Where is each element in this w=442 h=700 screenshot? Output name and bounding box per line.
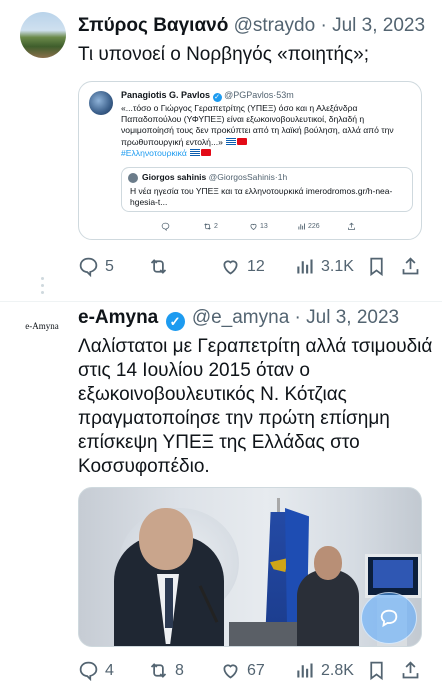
reply-count: 4 bbox=[105, 661, 114, 679]
share-icon bbox=[348, 222, 355, 230]
author-name[interactable]: e-Amyna bbox=[78, 307, 158, 328]
retweet-icon bbox=[150, 663, 167, 678]
second-speaker-figure bbox=[297, 570, 359, 646]
greek-flag-icon bbox=[190, 148, 201, 156]
quoted-text-body: «...τόσο ο Γιώργος Γεραπετρίτης (ΥΠΕΞ) ό… bbox=[121, 103, 394, 147]
views-icon bbox=[297, 259, 313, 274]
retweet-button[interactable] bbox=[148, 256, 175, 277]
views-icon bbox=[298, 223, 305, 230]
greek-flag-icon bbox=[226, 137, 237, 145]
thread-connector-dot bbox=[41, 291, 44, 294]
quoted-retweet-count: 2 bbox=[214, 223, 218, 230]
share-button[interactable] bbox=[400, 660, 421, 681]
like-count: 67 bbox=[247, 661, 265, 679]
retweet-button[interactable]: 8 bbox=[148, 660, 184, 681]
chat-bubble-icon bbox=[380, 609, 398, 628]
share-icon bbox=[402, 661, 419, 679]
quoted-tweet-header: Panagiotis G. Pavlos ✓ @PGPavlos·53m bbox=[121, 90, 294, 102]
quoted-views-count: 226 bbox=[308, 223, 320, 230]
quoted-reply-button[interactable] bbox=[161, 222, 170, 231]
tweet-divider bbox=[0, 301, 442, 302]
quoted-time: 53m bbox=[276, 90, 294, 100]
like-icon bbox=[223, 260, 238, 275]
tweet2-action-bar: 4 8 67 2.8K bbox=[78, 660, 428, 684]
avatar-eamyna[interactable]: e-Amyna bbox=[16, 314, 68, 338]
reply-icon bbox=[79, 661, 98, 681]
retweet-icon bbox=[204, 223, 211, 230]
author-handle[interactable]: @e_amyna bbox=[192, 307, 289, 328]
bookmark-icon bbox=[370, 257, 383, 277]
tweet1-header: Σπύρος Βαγιανό @straydo · Jul 3, 2023 bbox=[78, 15, 426, 36]
quoted-tweet-card[interactable]: Panagiotis G. Pavlos ✓ @PGPavlos·53m «..… bbox=[78, 81, 422, 240]
author-handle[interactable]: @straydo bbox=[234, 15, 316, 36]
quoted-like-button[interactable]: 13 bbox=[249, 222, 268, 231]
bookmark-button[interactable] bbox=[366, 660, 387, 681]
tweet-date[interactable]: Jul 3, 2023 bbox=[332, 15, 425, 36]
views-icon bbox=[297, 663, 313, 678]
author-name[interactable]: Σπύρος Βαγιανό bbox=[78, 15, 228, 36]
views-button[interactable]: 3.1K bbox=[294, 256, 354, 277]
retweet-count: 8 bbox=[175, 661, 184, 679]
second-speaker-head bbox=[314, 546, 342, 580]
views-count: 2.8K bbox=[321, 661, 354, 679]
tweet-text: Λαλίστατοι με Γεραπετρίτη αλλά τσιμουδιά… bbox=[78, 336, 433, 477]
like-icon bbox=[223, 664, 238, 679]
reply-button[interactable]: 4 bbox=[78, 660, 114, 681]
tweet1-action-bar: 5 12 3.1K bbox=[78, 256, 428, 280]
views-count: 3.1K bbox=[321, 257, 354, 275]
thread-connector-dot bbox=[41, 284, 44, 287]
quoted-retweet-button[interactable]: 2 bbox=[203, 222, 218, 231]
quoted-views-button[interactable]: 226 bbox=[297, 222, 320, 231]
quoted-author-name[interactable]: Panagiotis G. Pavlos bbox=[121, 90, 210, 100]
reply-count: 5 bbox=[105, 257, 114, 275]
nested-time: 1h bbox=[277, 172, 288, 182]
nested-author-name[interactable]: Giorgos sahinis bbox=[142, 172, 206, 182]
tv-screen-emblem bbox=[373, 560, 413, 588]
nested-author-handle[interactable]: @GiorgosSahinis bbox=[209, 172, 275, 182]
like-button[interactable]: 12 bbox=[220, 256, 265, 277]
avatar-sahinis[interactable] bbox=[128, 173, 138, 183]
retweet-icon bbox=[150, 259, 167, 274]
thread-connector-dot bbox=[41, 277, 44, 280]
bookmark-icon bbox=[370, 661, 383, 681]
tweet-date[interactable]: Jul 3, 2023 bbox=[306, 307, 399, 328]
like-button[interactable]: 67 bbox=[220, 660, 265, 681]
reply-icon bbox=[161, 222, 170, 231]
avatar-spyros[interactable] bbox=[20, 12, 66, 58]
quoted-share-button[interactable] bbox=[347, 222, 356, 231]
quoted-author-handle[interactable]: @PGPavlos bbox=[224, 90, 273, 100]
verified-icon: ✓ bbox=[212, 93, 222, 102]
tweet2-header: e-Amyna ✓ @e_amyna · Jul 3, 2023 bbox=[78, 307, 400, 331]
tweet-text: Τι υπονοεί ο Νορβηγός «ποιητής»; bbox=[78, 44, 370, 65]
speaker-head bbox=[139, 508, 193, 570]
quoted-like-count: 13 bbox=[260, 223, 268, 230]
verified-icon: ✓ bbox=[165, 312, 185, 331]
share-icon bbox=[402, 257, 419, 275]
nested-tweet-text: Η νέα ηγεσία του ΥΠΕΞ και τα ελληνοτουρκ… bbox=[130, 186, 393, 207]
turkish-flag-icon bbox=[237, 137, 248, 145]
quoted-tweet-text: «...τόσο ο Γιώργος Γεραπετρίτης (ΥΠΕΞ) ό… bbox=[121, 103, 417, 159]
avatar-pgpavlos[interactable] bbox=[89, 91, 113, 115]
hashtag-link[interactable]: #Ελληνοτουρκικά bbox=[121, 148, 187, 158]
nested-tweet-header: Giorgos sahinis @GiorgosSahinis·1h bbox=[142, 172, 288, 182]
share-button[interactable] bbox=[400, 256, 421, 277]
quoted-action-bar: 2 13 226 bbox=[121, 222, 381, 234]
nested-quoted-tweet[interactable]: Giorgos sahinis @GiorgosSahinis·1h Η νέα… bbox=[121, 167, 413, 212]
reply-icon bbox=[79, 257, 98, 277]
bookmark-button[interactable] bbox=[366, 256, 387, 277]
like-icon bbox=[250, 223, 257, 230]
reply-button[interactable]: 5 bbox=[78, 256, 114, 277]
views-button[interactable]: 2.8K bbox=[294, 660, 354, 681]
like-count: 12 bbox=[247, 257, 265, 275]
tweet-photo[interactable] bbox=[78, 487, 422, 647]
floating-chat-button[interactable] bbox=[361, 592, 417, 644]
turkish-flag-icon bbox=[201, 148, 212, 156]
speaker-tie bbox=[165, 578, 173, 628]
